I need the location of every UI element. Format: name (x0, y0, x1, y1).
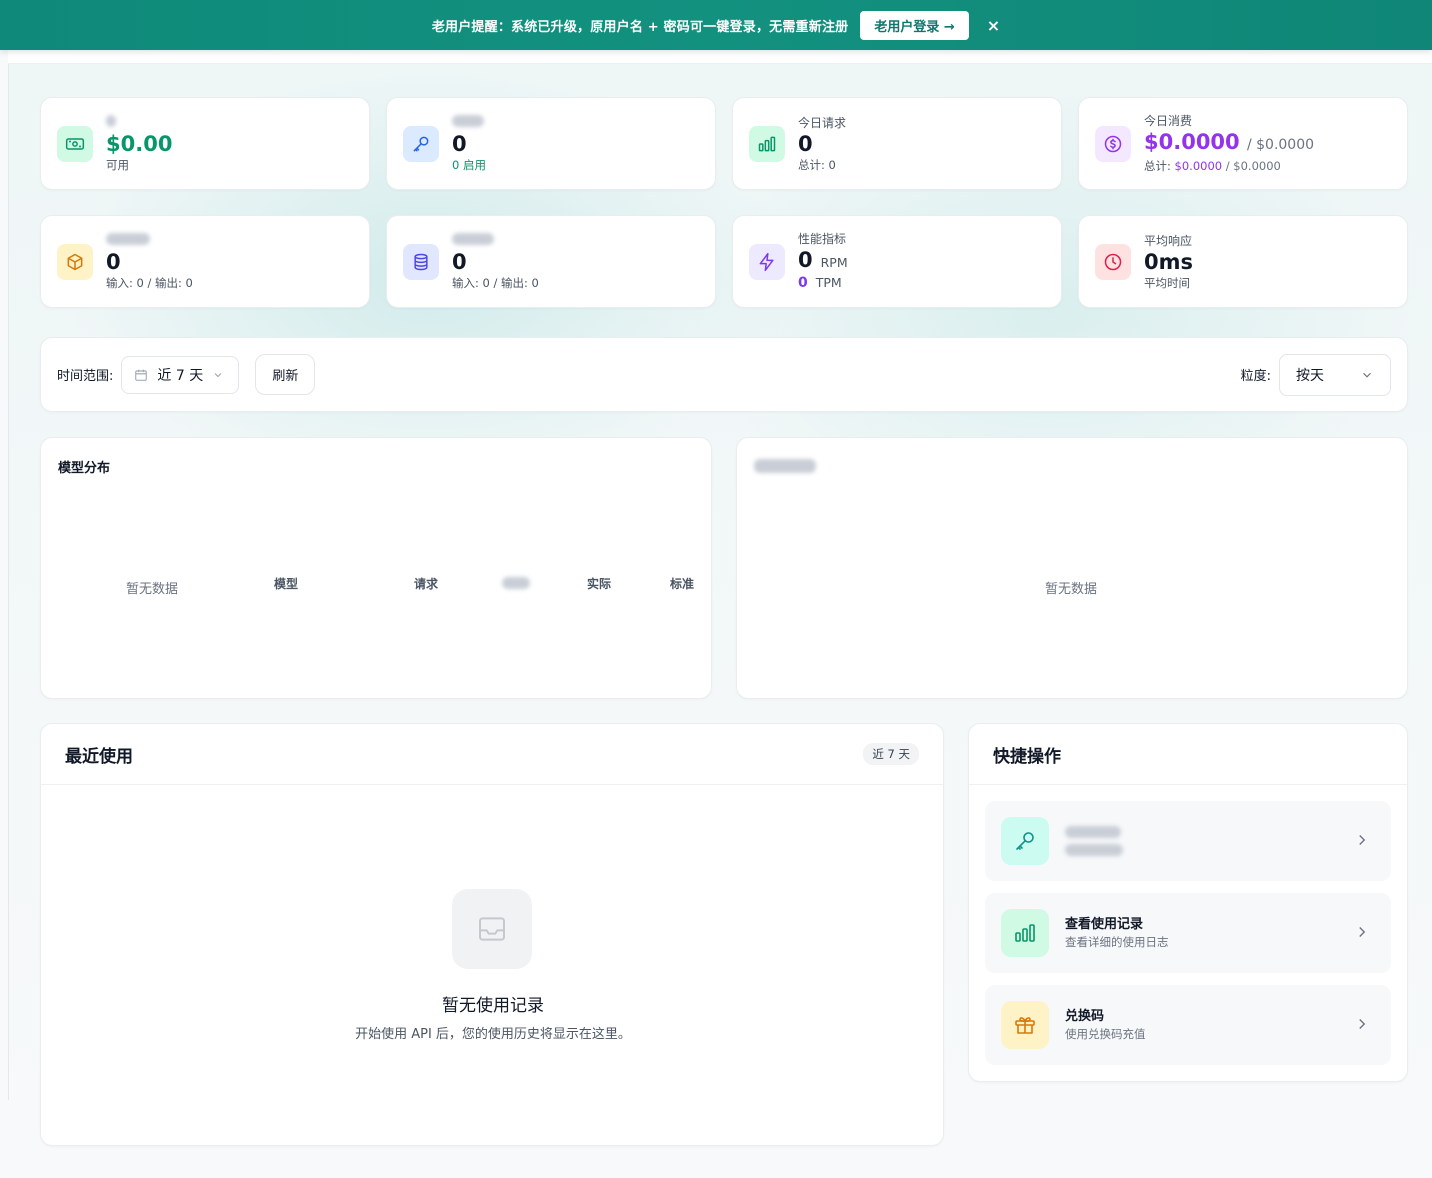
redeem-code-title: 兑换码 (1065, 1009, 1105, 1024)
model-distribution-empty: 暂无数据 (126, 582, 179, 597)
legacy-login-button[interactable]: 老用户登录 → (860, 10, 969, 40)
total-tokens-value: 0 (452, 249, 467, 274)
performance-card: 性能指标 0 RPM 0 TPM (732, 215, 1062, 308)
model-distribution-title: 模型分布 (58, 461, 111, 476)
filter-bar: 时间范围: 近 7 天 刷新 粒度: 按天 (40, 337, 1408, 412)
balance-card: $0.00 可用 (40, 97, 370, 190)
quick-action-api-keys[interactable] (985, 801, 1391, 881)
blurred-label (452, 114, 484, 127)
blurred-title (754, 459, 816, 473)
redeem-code-desc: 使用兑换码充值 (1065, 1027, 1146, 1041)
quick-actions-header: 快捷操作 (969, 724, 1407, 785)
requests-sub: 总计: 0 (798, 157, 836, 172)
granularity-select[interactable]: 按天 (1279, 353, 1391, 396)
cost-sub-prefix: 总计: (1144, 159, 1171, 173)
refresh-button[interactable]: 刷新 (255, 354, 316, 395)
announcement-banner: 老用户提醒：系统已升级，原用户名 + 密码可一键登录，无需重新注册 老用户登录 … (0, 0, 1432, 50)
chevron-right-icon (1359, 1019, 1366, 1029)
cost-sub-value: $0.0000 (1174, 159, 1223, 173)
dollar-icon (1095, 125, 1131, 162)
column-header-actual: 实际 (587, 577, 612, 591)
quick-actions-title: 快捷操作 (993, 746, 1061, 767)
blurred-title (1065, 826, 1121, 838)
usage-logs-title: 查看使用记录 (1065, 917, 1144, 932)
cost-value-total: / $0.0000 (1246, 137, 1315, 153)
column-header-standard: 标准 (670, 577, 695, 591)
blurred-label (452, 232, 494, 245)
tokens-card: 0 输入: 0 / 输出: 0 (40, 215, 370, 308)
granularity-label: 粒度: (1240, 369, 1271, 384)
recent-empty-title: 暂无使用记录 (442, 996, 544, 1016)
blurred-desc (1065, 844, 1123, 856)
inbox-icon (452, 889, 532, 969)
recent-usage-header: 最近使用 近 7 天 (41, 724, 943, 785)
rpm-unit: RPM (820, 254, 848, 270)
total-tokens-sub: 输入: 0 / 输出: 0 (452, 275, 539, 290)
recent-range-badge: 近 7 天 (863, 743, 919, 765)
latency-value: 0ms (1144, 249, 1193, 274)
cube-icon (57, 243, 93, 280)
keys-value: 0 (452, 131, 467, 156)
model-distribution-card: 模型分布 暂无数据 (40, 437, 712, 699)
usage-trend-card: 暂无数据 (736, 437, 1408, 699)
time-range-select[interactable]: 近 7 天 (121, 355, 240, 394)
tokens-value: 0 (106, 249, 121, 274)
column-header-requests: 请求 (414, 577, 439, 591)
recent-usage-title: 最近使用 (65, 746, 133, 767)
tpm-value: 0 (798, 274, 808, 291)
today-requests-card: 今日请求 0 总计: 0 (732, 97, 1062, 190)
today-cost-card: 今日消费 $0.0000 / $0.0000 总计: $0.0000 / $0.… (1078, 97, 1408, 190)
performance-label: 性能指标 (798, 231, 847, 246)
latency-label: 平均响应 (1144, 233, 1193, 248)
quick-actions-panel: 快捷操作 查看使用记录 查看详细的使用日志 兑换码 使用兑换码充值 (968, 723, 1408, 1082)
banner-text: 老用户提醒：系统已升级，原用户名 + 密码可一键登录，无需重新注册 (431, 19, 849, 35)
chevron-down-icon (214, 372, 222, 377)
blurred-label (106, 114, 116, 127)
bar-chart-icon (749, 125, 785, 162)
granularity-value: 按天 (1296, 367, 1324, 384)
recent-usage-panel: 最近使用 近 7 天 暂无使用记录 开始使用 API 后，您的使用历史将显示在这… (40, 723, 944, 1146)
balance-sub: 可用 (106, 157, 129, 172)
gift-icon (1001, 1001, 1049, 1049)
balance-value: $0.00 (106, 131, 173, 156)
requests-value: 0 (798, 131, 813, 156)
api-keys-card: 0 0 启用 (386, 97, 716, 190)
quick-action-usage-logs[interactable]: 查看使用记录 查看详细的使用日志 (985, 893, 1391, 973)
usage-logs-desc: 查看详细的使用日志 (1065, 935, 1169, 949)
top-header-strip (8, 50, 1432, 64)
cost-label: 今日消费 (1144, 114, 1193, 128)
tpm-unit: TPM (815, 274, 842, 290)
keys-sub: 0 启用 (452, 157, 486, 172)
rpm-value: 0 (798, 247, 813, 272)
total-tokens-card: 0 输入: 0 / 输出: 0 (386, 215, 716, 308)
cost-value: $0.0000 (1144, 130, 1240, 154)
blurred-label (106, 232, 150, 245)
chevron-right-icon (1359, 927, 1366, 937)
close-icon[interactable]: × (987, 16, 1000, 35)
key-icon (403, 125, 439, 162)
tokens-sub: 输入: 0 / 输出: 0 (106, 275, 193, 290)
chevron-right-icon (1359, 835, 1366, 845)
cost-sub-value-total: / $0.0000 (1225, 159, 1281, 173)
chevron-down-icon (1363, 372, 1371, 378)
blurred-column-header (502, 577, 530, 589)
latency-card: 平均响应 0ms 平均时间 (1078, 215, 1408, 308)
recent-empty-desc: 开始使用 API 后，您的使用历史将显示在这里。 (355, 1027, 631, 1042)
quick-action-redeem-code[interactable]: 兑换码 使用兑换码充值 (985, 985, 1391, 1065)
bolt-icon (749, 243, 785, 280)
money-icon (57, 125, 93, 162)
latency-sub: 平均时间 (1144, 275, 1190, 290)
bar-chart-icon (1001, 909, 1049, 957)
column-header-model: 模型 (274, 577, 299, 591)
usage-trend-empty: 暂无数据 (1045, 582, 1098, 597)
database-icon (403, 243, 439, 280)
key-icon (1001, 817, 1049, 865)
time-range-label: 时间范围: (57, 369, 114, 384)
time-range-value: 近 7 天 (157, 367, 204, 384)
requests-label: 今日请求 (798, 115, 847, 130)
clock-icon (1095, 243, 1131, 280)
calendar-icon (135, 369, 148, 381)
